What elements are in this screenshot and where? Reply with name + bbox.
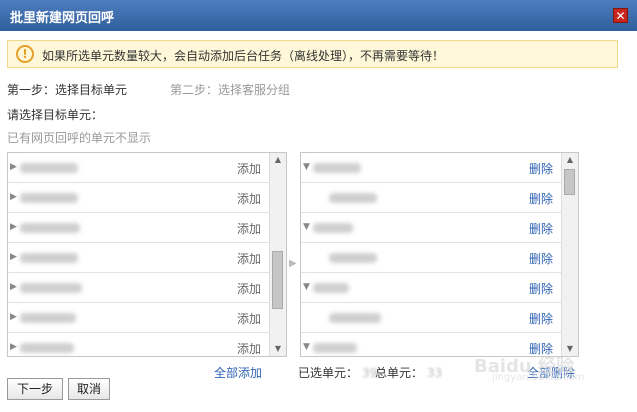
blurred-unit-name (20, 343, 74, 353)
step-2-label: 第二步：选择客服分组 (170, 83, 291, 97)
add-button[interactable]: 添加 (237, 220, 261, 237)
blurred-unit-name (313, 283, 349, 293)
list-item: 删除 (301, 183, 561, 213)
list-item: ▶ 添加 (8, 333, 269, 356)
watermark-sub: jingyan.baidu.com (492, 372, 585, 383)
transfer-arrow-icon: ▶ (289, 258, 297, 269)
delete-button[interactable]: 删除 (529, 160, 553, 177)
add-button[interactable]: 添加 (237, 340, 261, 356)
blurred-unit-name (20, 223, 80, 233)
blurred-unit-name (20, 313, 76, 323)
list-item: ▶ 添加 (8, 303, 269, 333)
delete-button[interactable]: 删除 (529, 190, 553, 207)
list-item: ▶ 添加 (8, 183, 269, 213)
warning-icon: ! (16, 45, 34, 63)
blurred-unit-name (313, 163, 361, 173)
total-count: 总单元： 33 (375, 364, 446, 381)
scroll-up-icon[interactable]: ▲ (270, 153, 286, 167)
expand-arrow-icon[interactable]: ▶ (10, 312, 17, 322)
add-button[interactable]: 添加 (237, 190, 261, 207)
add-all-link[interactable]: 全部添加 (214, 364, 262, 381)
blurred-unit-name (20, 193, 78, 203)
cancel-button[interactable]: 取消 (68, 378, 110, 400)
delete-button[interactable]: 删除 (529, 310, 553, 327)
blurred-unit-name (329, 313, 381, 323)
list-item: ▶ 添加 (8, 243, 269, 273)
total-value: 33 (427, 366, 443, 380)
expand-arrow-icon[interactable]: ▶ (10, 282, 17, 292)
blurred-unit-name (20, 163, 78, 173)
list-item: 删除 (301, 243, 561, 273)
scroll-down-icon[interactable]: ▼ (270, 342, 286, 356)
scroll-thumb[interactable] (272, 251, 283, 309)
step-1-label: 第一步：选择目标单元 (7, 83, 128, 97)
list-item: ▶ 添加 (8, 273, 269, 303)
batch-callback-dialog: 批里新建网页回呼 ✕ ! 如果所选单元数量较大，会自动添加后台任务（离线处理），… (0, 0, 637, 412)
blurred-unit-name (20, 253, 78, 263)
baidu-watermark: Baidu 经验 jingyan.baidu.com (474, 352, 602, 388)
scroll-thumb[interactable] (564, 169, 575, 195)
blurred-unit-name (313, 343, 357, 353)
available-units-list[interactable]: ▶ 添加 ▶ 添加 ▶ 添加 ▶ 添加 ▶ 添加 ▶ 添加 ▶ 添加 ▲ ▼ (7, 152, 287, 357)
delete-button[interactable]: 删除 (529, 280, 553, 297)
total-label: 总单元： (375, 366, 424, 380)
scroll-up-icon[interactable]: ▲ (562, 153, 578, 167)
select-target-label: 请选择目标单元： (7, 108, 104, 122)
add-button[interactable]: 添加 (237, 310, 261, 327)
expand-arrow-icon[interactable]: ▶ (10, 252, 17, 262)
dialog-titlebar: 批里新建网页回呼 ✕ (0, 0, 637, 31)
dialog-title: 批里新建网页回呼 (10, 11, 115, 26)
hint-text: 已有网页回呼的单元不显示 (7, 131, 152, 145)
next-step-button[interactable]: 下一步 (7, 378, 63, 400)
right-scrollbar[interactable]: ▲ ▼ (561, 153, 578, 356)
notice-text: 如果所选单元数量较大，会自动添加后台任务（离线处理），不再需要等待！ (42, 49, 445, 63)
add-button[interactable]: 添加 (237, 280, 261, 297)
expand-arrow-icon[interactable]: ▶ (10, 342, 17, 352)
list-item: ▶ 添加 (8, 153, 269, 183)
expand-arrow-icon[interactable]: ▶ (10, 192, 17, 202)
selected-units-list[interactable]: ▼ 删除 删除 ▼ 删除 删除 ▼ 删除 删除 ▼ 删除 ▲ ▼ (300, 152, 579, 357)
blurred-unit-name (20, 283, 82, 293)
expand-arrow-icon[interactable]: ▶ (10, 222, 17, 232)
collapse-arrow-icon[interactable]: ▼ (303, 342, 310, 352)
left-scrollbar[interactable]: ▲ ▼ (269, 153, 286, 356)
list-item: ▶ 添加 (8, 213, 269, 243)
selected-count: 已选单元： 39 (298, 364, 381, 381)
add-button[interactable]: 添加 (237, 250, 261, 267)
collapse-arrow-icon[interactable]: ▼ (303, 162, 310, 172)
blurred-unit-name (313, 223, 353, 233)
collapse-arrow-icon[interactable]: ▼ (303, 282, 310, 292)
list-item: ▼ 删除 (301, 273, 561, 303)
delete-button[interactable]: 删除 (529, 220, 553, 237)
delete-button[interactable]: 删除 (529, 250, 553, 267)
list-item: 删除 (301, 303, 561, 333)
blurred-unit-name (329, 193, 377, 203)
expand-arrow-icon[interactable]: ▶ (10, 162, 17, 172)
add-button[interactable]: 添加 (237, 160, 261, 177)
notice-banner: ! 如果所选单元数量较大，会自动添加后台任务（离线处理），不再需要等待！ (7, 40, 618, 68)
collapse-arrow-icon[interactable]: ▼ (303, 222, 310, 232)
close-icon[interactable]: ✕ (613, 8, 628, 23)
list-item: ▼ 删除 (301, 213, 561, 243)
list-item: ▼ 删除 (301, 153, 561, 183)
blurred-unit-name (329, 253, 377, 263)
selected-label: 已选单元： (298, 366, 359, 380)
